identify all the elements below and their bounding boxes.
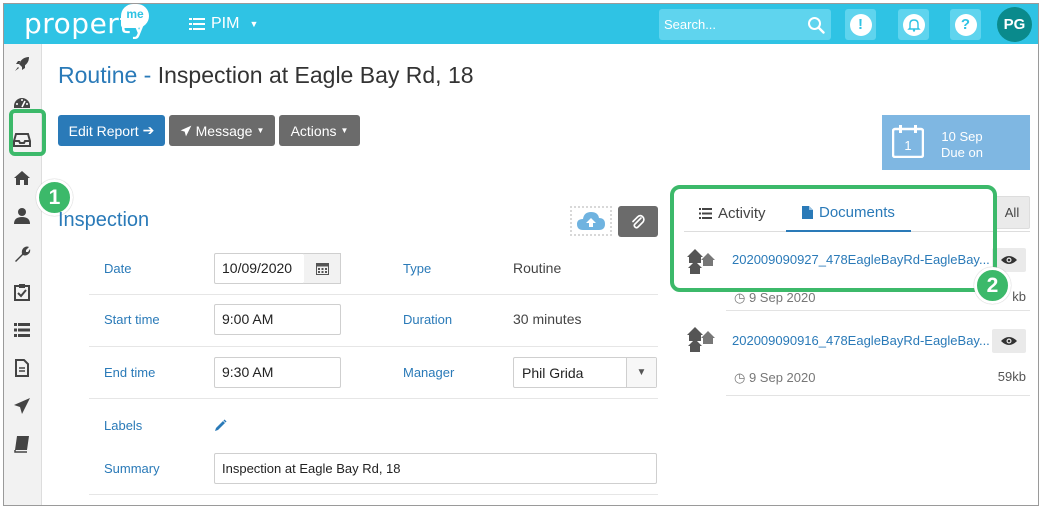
document-size: 59kb	[997, 369, 1026, 384]
logo-badge: me	[121, 4, 149, 28]
chevron-down-icon: ▼	[249, 19, 259, 29]
end-time-label: End time	[104, 365, 156, 380]
manager-label: Manager	[403, 365, 455, 380]
edit-report-label: Edit Report	[68, 122, 139, 139]
callout-highlight-documents	[670, 185, 997, 292]
form-row-date	[89, 244, 658, 295]
caret-down-icon: ▼	[256, 126, 265, 135]
upload-dropzone[interactable]	[570, 206, 612, 236]
alerts-button[interactable]: !	[845, 9, 876, 40]
type-label: Type	[403, 261, 432, 276]
start-time-field[interactable]: 9:00 AM	[214, 304, 341, 335]
clipboard-check-icon[interactable]	[11, 281, 33, 303]
pencil-icon[interactable]	[214, 419, 227, 432]
summary-field[interactable]: Inspection at Eagle Bay Rd, 18	[214, 453, 657, 484]
calendar-icon: 1	[892, 125, 924, 158]
page-title-main: Inspection at Eagle Bay Rd, 18	[157, 62, 474, 88]
notifications-button[interactable]	[898, 9, 929, 40]
list-icon	[189, 18, 205, 30]
list-item: 202009090916_478EagleBayRd-EagleBay... ◷…	[684, 322, 1030, 392]
document-date: ◷ 9 Sep 2020	[734, 370, 816, 385]
cloud-upload-icon	[577, 212, 605, 230]
search-input[interactable]	[659, 9, 799, 40]
date-picker-button[interactable]	[304, 253, 341, 284]
question-icon: ?	[954, 13, 977, 36]
divider	[726, 310, 1030, 311]
module-label: PIM	[211, 15, 240, 32]
actions-label: Actions	[290, 122, 337, 139]
search-icon[interactable]	[807, 16, 825, 34]
help-button[interactable]: ?	[950, 9, 981, 40]
duration-value: 30 minutes	[513, 311, 582, 327]
page-title: Routine - Inspection at Eagle Bay Rd, 18	[58, 62, 474, 89]
wrench-icon[interactable]	[11, 243, 33, 265]
rocket-icon[interactable]	[11, 53, 33, 75]
type-value: Routine	[513, 260, 562, 276]
document-size: kb	[1012, 289, 1026, 304]
paper-plane-icon[interactable]	[11, 395, 33, 417]
edit-report-button[interactable]: Edit Report ➔	[58, 115, 165, 146]
svg-text:1: 1	[904, 138, 911, 153]
due-text: 10 Sep Due on	[938, 129, 986, 161]
list-icon[interactable]	[11, 319, 33, 341]
app-window: property me PIM ▼ ! ? PG	[3, 3, 1039, 506]
message-button[interactable]: Message ▼	[169, 115, 275, 146]
duration-label: Duration	[403, 312, 453, 327]
attach-button[interactable]	[618, 206, 658, 237]
section-title: Inspection	[58, 209, 150, 231]
form-row-labels	[89, 399, 658, 443]
document-date: ◷ 9 Sep 2020	[734, 290, 816, 305]
all-button[interactable]: All	[994, 196, 1030, 229]
document-link[interactable]: 202009090916_478EagleBayRd-EagleBay...	[732, 333, 990, 348]
due-date-box: 1 10 Sep Due on	[882, 115, 1030, 170]
home-icon[interactable]	[11, 167, 33, 189]
start-time-label: Start time	[104, 312, 160, 327]
caret-down-icon: ▼	[626, 358, 656, 387]
manager-value: Phil Grida	[522, 365, 584, 381]
search-box	[659, 9, 831, 40]
module-switcher[interactable]: PIM ▼	[189, 4, 258, 44]
person-icon[interactable]	[11, 205, 33, 227]
due-label: Due on	[941, 145, 983, 160]
exclamation-icon: !	[849, 13, 872, 36]
avatar[interactable]: PG	[997, 7, 1032, 42]
divider	[726, 395, 1030, 396]
bell-icon	[902, 13, 925, 36]
page-title-prefix: Routine -	[58, 62, 152, 88]
top-bar: property me PIM ▼ ! ? PG	[4, 4, 1038, 44]
arrow-right-icon: ➔	[142, 122, 155, 138]
message-label: Message	[195, 122, 253, 139]
book-icon[interactable]	[11, 433, 33, 455]
paperclip-icon	[632, 214, 645, 229]
labels-label: Labels	[104, 418, 143, 433]
eye-icon	[1001, 256, 1017, 264]
actions-button[interactable]: Actions ▼	[279, 115, 360, 146]
manager-select[interactable]: Phil Grida ▼	[513, 357, 657, 388]
date-field[interactable]: 10/09/2020	[214, 253, 305, 284]
callout-badge-2: 2	[974, 267, 1011, 304]
date-label: Date	[104, 261, 132, 276]
document-icon[interactable]	[11, 357, 33, 379]
due-date: 10 Sep	[941, 129, 983, 144]
houses-icon	[687, 327, 715, 352]
paper-plane-icon	[180, 125, 191, 136]
caret-down-icon: ▼	[340, 126, 349, 135]
view-document-button[interactable]	[992, 329, 1026, 353]
eye-icon	[1001, 337, 1017, 345]
callout-highlight-home	[9, 109, 46, 156]
end-time-field[interactable]: 9:30 AM	[214, 357, 341, 388]
calendar-icon	[315, 263, 329, 275]
summary-label: Summary	[104, 461, 160, 476]
